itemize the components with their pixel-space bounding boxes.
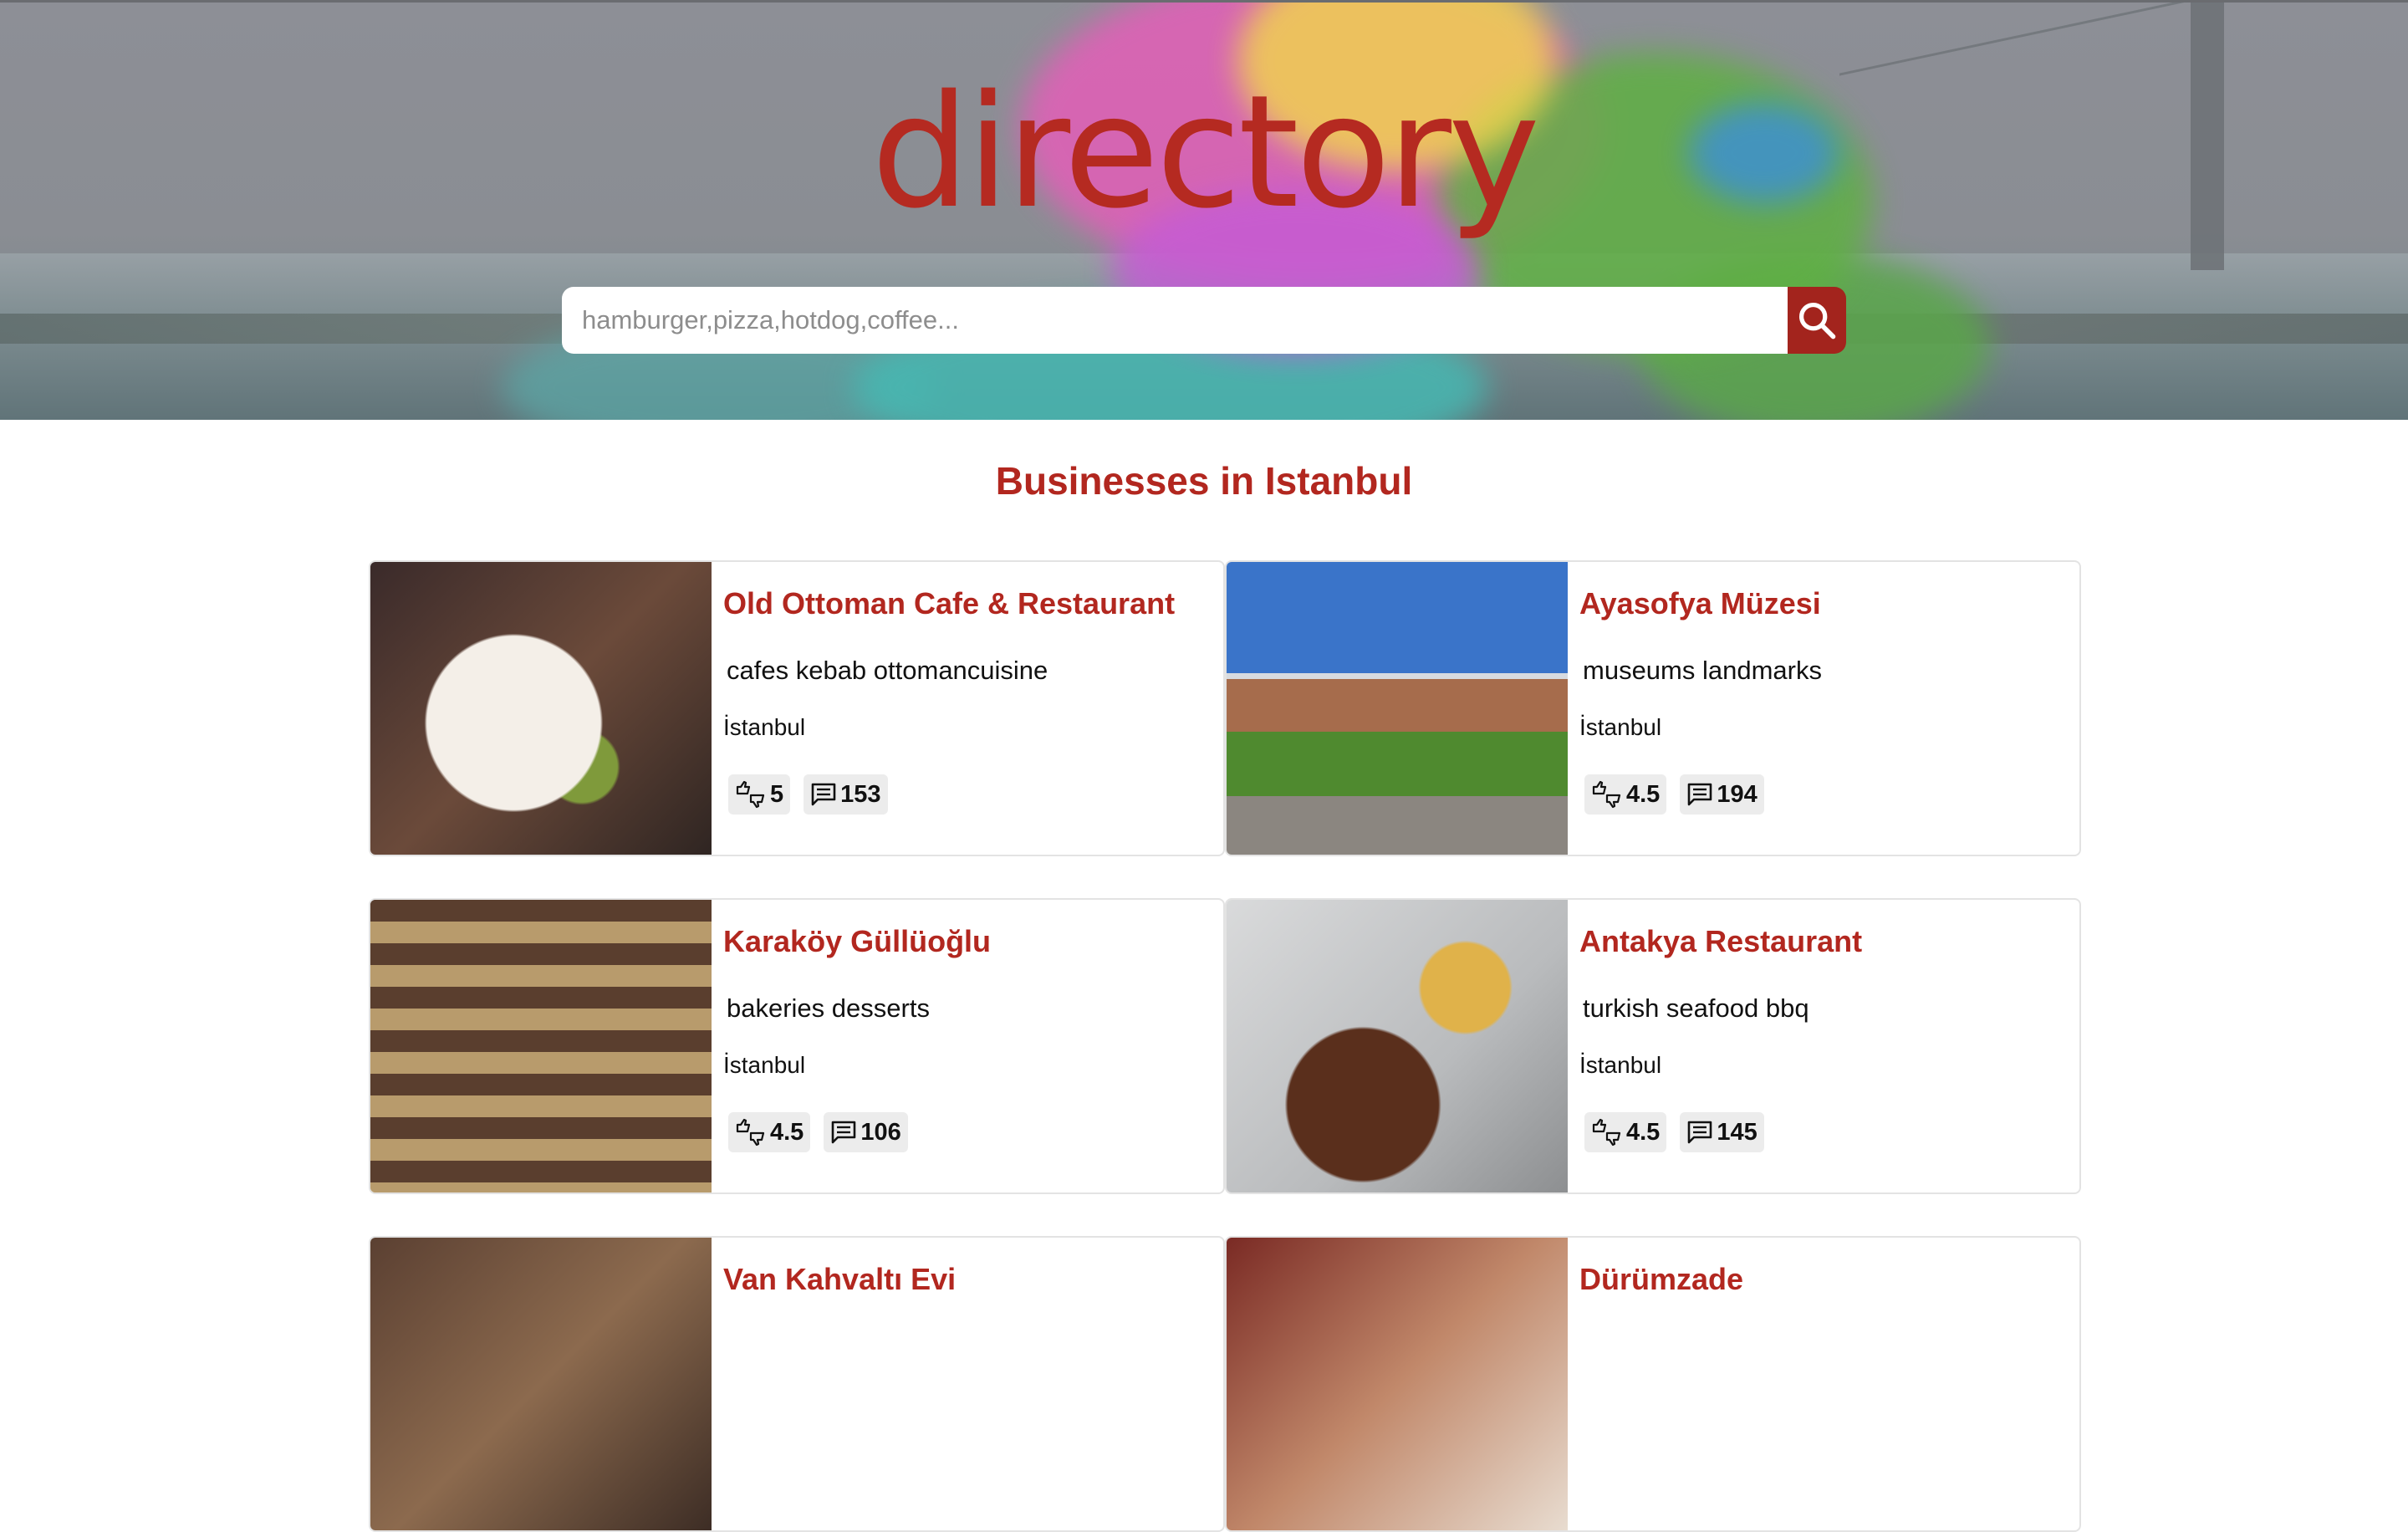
reviews-count: 194 [1717, 780, 1758, 808]
reviews-count: 145 [1717, 1118, 1758, 1146]
business-image[interactable] [1227, 562, 1568, 855]
comment-icon [811, 783, 836, 806]
section-title: Businesses in Istanbul [995, 459, 1413, 503]
site-logo[interactable]: directory [0, 74, 2408, 230]
rating-badge: 4.5 [728, 1112, 811, 1152]
business-categories: bakeries desserts [727, 993, 930, 1023]
business-image[interactable] [1227, 1238, 1568, 1530]
comment-icon [1688, 1121, 1712, 1144]
business-card[interactable]: Ayasofya Müzesi museums landmarks İstanb… [1225, 560, 2081, 856]
rating-value: 4.5 [770, 1118, 804, 1146]
reviews-badge: 145 [1680, 1112, 1764, 1152]
business-city: İstanbul [1579, 714, 1662, 740]
rating-value: 5 [770, 780, 784, 808]
comment-icon [1688, 783, 1712, 806]
search-input[interactable] [562, 287, 1788, 354]
thumbs-up-down-icon [1592, 780, 1621, 809]
reviews-badge: 153 [804, 774, 888, 815]
business-card[interactable]: Antakya Restaurant turkish seafood bbq İ… [1225, 898, 2081, 1194]
business-city: İstanbul [723, 1052, 806, 1078]
business-card[interactable]: Karaköy Güllüoğlu bakeries desserts İsta… [369, 898, 1225, 1194]
rating-badge: 4.5 [1584, 774, 1667, 815]
reviews-badge: 106 [824, 1112, 908, 1152]
business-name[interactable]: Ayasofya Müzesi [1579, 585, 2068, 622]
business-name[interactable]: Old Ottoman Cafe & Restaurant [723, 585, 1212, 622]
reviews-count: 153 [840, 780, 881, 808]
business-name[interactable]: Karaköy Güllüoğlu [723, 923, 1212, 960]
business-city: İstanbul [723, 714, 806, 740]
hero-banner: directory [0, 0, 2408, 420]
business-card[interactable]: Old Ottoman Cafe & Restaurant cafes keba… [369, 560, 1225, 856]
business-card[interactable]: Dürümzade [1225, 1236, 2081, 1532]
business-name[interactable]: Antakya Restaurant [1579, 923, 2068, 960]
business-image[interactable] [370, 562, 712, 855]
business-categories: museums landmarks [1583, 656, 1822, 685]
rating-badge: 5 [728, 774, 791, 815]
business-categories: cafes kebab ottomancuisine [727, 656, 1048, 685]
search-bar [562, 287, 1846, 354]
search-button[interactable] [1788, 287, 1846, 354]
reviews-count: 106 [860, 1118, 901, 1146]
business-name[interactable]: Dürümzade [1579, 1261, 2068, 1298]
search-icon [1798, 302, 1836, 340]
rating-value: 4.5 [1626, 780, 1661, 808]
business-name[interactable]: Van Kahvaltı Evi [723, 1261, 1212, 1298]
rating-badge: 4.5 [1584, 1112, 1667, 1152]
comment-icon [832, 1121, 856, 1144]
thumbs-up-down-icon [1592, 1118, 1621, 1146]
thumbs-up-down-icon [736, 1118, 765, 1146]
business-categories: turkish seafood bbq [1583, 993, 1809, 1023]
business-city: İstanbul [1579, 1052, 1662, 1078]
business-card[interactable]: Van Kahvaltı Evi [369, 1236, 1225, 1532]
business-image[interactable] [370, 900, 712, 1192]
business-image[interactable] [1227, 900, 1568, 1192]
business-image[interactable] [370, 1238, 712, 1530]
thumbs-up-down-icon [736, 780, 765, 809]
reviews-badge: 194 [1680, 774, 1764, 815]
rating-value: 4.5 [1626, 1118, 1661, 1146]
